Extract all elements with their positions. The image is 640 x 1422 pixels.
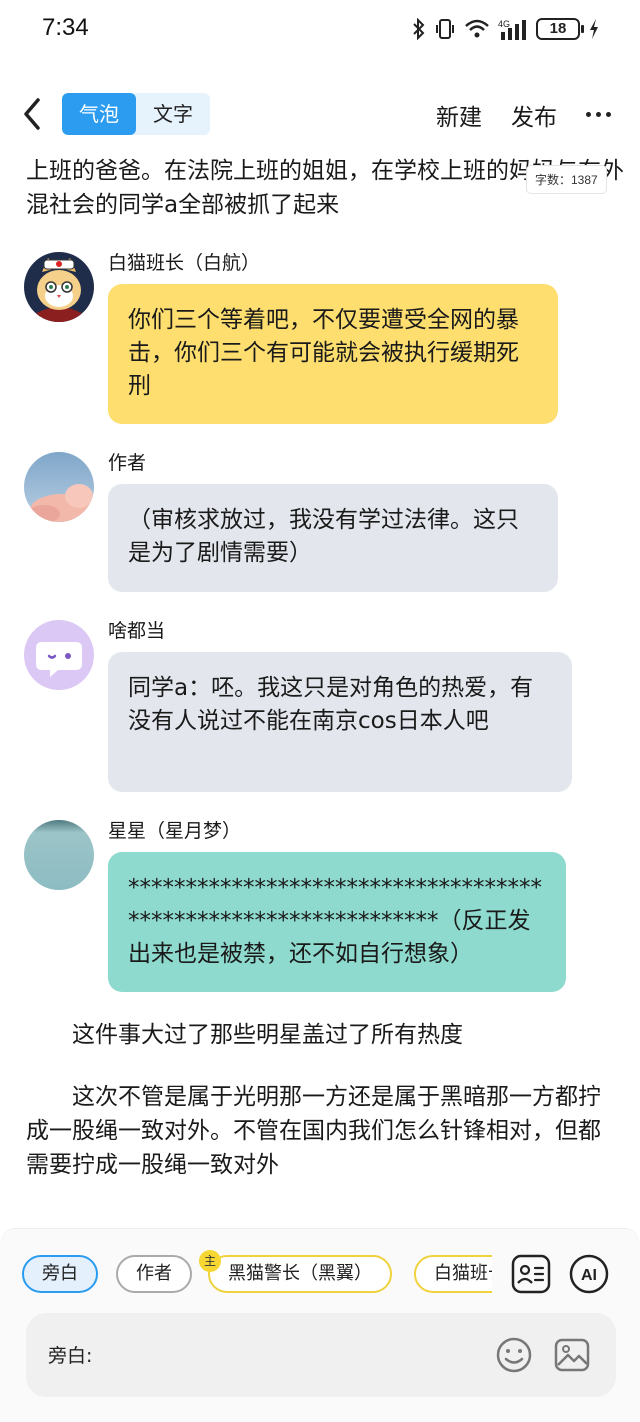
smile-icon bbox=[496, 1337, 532, 1373]
avatar[interactable] bbox=[24, 820, 94, 890]
narration-paragraph: 这件事大过了那些明星盖过了所有热度 bbox=[72, 1022, 463, 1048]
status-icons: 4G 18 bbox=[412, 16, 600, 42]
top-app-bar: 气泡 文字 新建 发布 bbox=[0, 80, 640, 150]
wifi-icon bbox=[465, 19, 489, 38]
ai-button[interactable]: AI bbox=[568, 1253, 610, 1295]
status-bar: 7:34 4G 18 bbox=[0, 0, 640, 58]
bluetooth-icon bbox=[413, 18, 425, 40]
character-name: 作者 bbox=[108, 452, 147, 474]
avatar[interactable] bbox=[24, 620, 94, 690]
role-chip-narrator[interactable]: 旁白 bbox=[22, 1255, 98, 1293]
tab-bubble[interactable]: 气泡 bbox=[62, 93, 136, 135]
speech-bubble[interactable]: 你们三个等着吧，不仅要遭受全网的暴击，你们三个有可能就会被执行缓期死刑 bbox=[108, 284, 558, 424]
character-name: 啥都当 bbox=[108, 620, 166, 642]
emoji-button[interactable] bbox=[494, 1335, 534, 1375]
input-role-label: 旁白: bbox=[48, 1345, 93, 1367]
white-cat-captain-avatar-icon bbox=[24, 252, 94, 322]
svg-text:4G: 4G bbox=[498, 19, 510, 29]
message-item[interactable]: 白猫班长（白航） 你们三个等着吧，不仅要遭受全网的暴击，你们三个有可能就会被执行… bbox=[24, 252, 624, 432]
main-role-badge: 主 bbox=[199, 1250, 221, 1272]
charging-icon bbox=[590, 19, 598, 39]
image-button[interactable] bbox=[552, 1335, 592, 1375]
publish-button[interactable]: 发布 bbox=[511, 98, 557, 132]
sky-clouds-avatar-icon bbox=[24, 452, 94, 522]
avatar[interactable] bbox=[24, 252, 94, 322]
status-time: 7:34 bbox=[42, 14, 89, 41]
character-name: 星星（星月梦） bbox=[108, 820, 242, 842]
message-item[interactable]: 啥都当 同学a：呸。我这只是对角色的热爱，有没有人说过不能在南京cos日本人吧 bbox=[24, 620, 624, 800]
new-button[interactable]: 新建 bbox=[436, 98, 482, 132]
more-dot bbox=[606, 111, 611, 117]
char-count-badge: 字数：1387 bbox=[526, 165, 607, 194]
composer-panel: 旁白 作者 黑猫警长（黑翼） 白猫班长（白航） 主 AI 旁白: bbox=[0, 1228, 640, 1422]
vibrate-icon bbox=[436, 19, 454, 39]
speech-bubble[interactable]: 同学a：呸。我这只是对角色的热爱，有没有人说过不能在南京cos日本人吧 bbox=[108, 652, 572, 792]
chevron-left-icon bbox=[24, 98, 40, 130]
ai-label: AI bbox=[581, 1267, 597, 1284]
story-content[interactable]: 上班的爸爸。在法院上班的姐姐，在学校上班的妈妈与在外混社会的同学a全部被抓了起来… bbox=[0, 150, 640, 1225]
speech-bubble[interactable]: ****************************************… bbox=[108, 852, 566, 992]
message-item[interactable]: 星星（星月梦） ********************************… bbox=[24, 820, 624, 1000]
more-dot bbox=[596, 111, 601, 117]
image-icon bbox=[554, 1338, 590, 1372]
role-card-button[interactable] bbox=[510, 1253, 552, 1295]
more-options-button[interactable] bbox=[586, 102, 616, 126]
battery-indicator: 18 bbox=[536, 18, 584, 40]
character-name: 白猫班长（白航） bbox=[108, 252, 261, 274]
role-chip-author[interactable]: 作者 bbox=[116, 1255, 192, 1293]
speech-bubble[interactable]: （审核求放过，我没有学过法律。这只是为了剧情需要） bbox=[108, 484, 558, 592]
role-chip-row[interactable]: 旁白 作者 黑猫警长（黑翼） 白猫班长（白航） bbox=[22, 1255, 492, 1295]
message-item[interactable]: 作者 （审核求放过，我没有学过法律。这只是为了剧情需要） bbox=[24, 452, 624, 592]
message-input[interactable]: 旁白: bbox=[26, 1313, 616, 1397]
role-chip-black-cat[interactable]: 黑猫警长（黑翼） bbox=[208, 1255, 392, 1293]
avatar[interactable] bbox=[24, 452, 94, 522]
back-button[interactable] bbox=[18, 94, 48, 134]
teal-gradient-avatar-icon bbox=[24, 820, 94, 890]
role-chip-white-cat[interactable]: 白猫班长（白航） bbox=[414, 1255, 492, 1293]
more-dot bbox=[586, 111, 591, 117]
ai-icon: AI bbox=[569, 1254, 609, 1294]
signal-icon: 4G bbox=[498, 19, 526, 40]
tab-text[interactable]: 文字 bbox=[136, 93, 210, 135]
mode-switch: 气泡 文字 bbox=[62, 93, 210, 135]
contact-card-icon bbox=[511, 1254, 551, 1294]
chat-bubble-avatar-icon bbox=[24, 620, 94, 690]
narration-paragraph: 这次不管是属于光明那一方还是属于黑暗那一方都拧成一股绳一致对外。不管在国内我们怎… bbox=[26, 1084, 601, 1178]
